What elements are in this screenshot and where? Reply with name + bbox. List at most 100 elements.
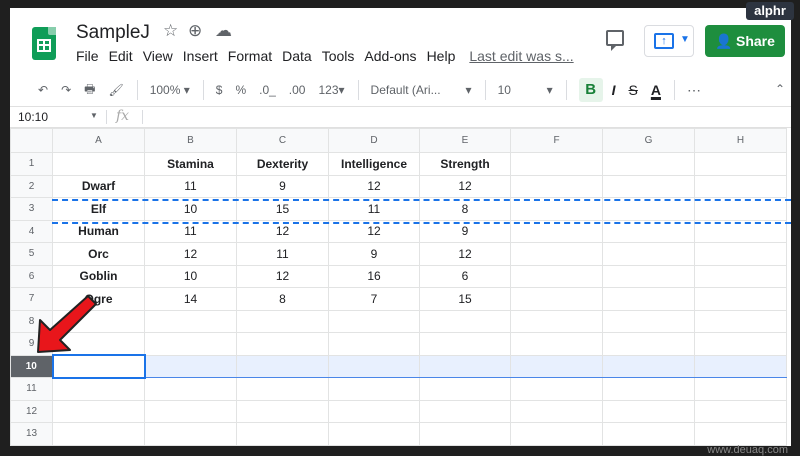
cell[interactable]: 14 <box>144 287 237 311</box>
cell[interactable] <box>328 332 420 356</box>
cell[interactable] <box>419 332 511 356</box>
cell[interactable] <box>328 309 420 333</box>
font-select[interactable]: Default (Ari... <box>371 83 453 97</box>
cell[interactable]: 12 <box>328 174 420 198</box>
cell[interactable] <box>694 332 787 356</box>
cell[interactable]: Intelligence <box>328 152 420 176</box>
cell[interactable] <box>510 242 603 266</box>
cell[interactable] <box>419 354 511 378</box>
cell[interactable]: Orc <box>52 242 145 266</box>
cell[interactable] <box>419 399 511 423</box>
cell[interactable] <box>328 399 420 423</box>
cell[interactable] <box>144 332 237 356</box>
cell[interactable] <box>52 152 145 176</box>
cell[interactable] <box>236 422 329 446</box>
cell[interactable]: 12 <box>144 242 237 266</box>
menu-add-ons[interactable]: Add-ons <box>364 48 416 64</box>
row-header[interactable]: 3 <box>10 197 53 221</box>
cell[interactable] <box>694 377 787 401</box>
cell[interactable] <box>52 399 145 423</box>
cell[interactable]: Stamina <box>144 152 237 176</box>
cell[interactable] <box>694 422 787 446</box>
share-button[interactable]: 👤 Share <box>705 25 785 57</box>
zoom-select[interactable]: 100% ▾ <box>150 83 190 97</box>
more-formats-select[interactable]: 123▾ <box>318 83 344 97</box>
cell[interactable]: Strength <box>419 152 511 176</box>
cell[interactable] <box>602 174 695 198</box>
chevron-down-icon[interactable]: ▾ <box>547 83 553 97</box>
cell[interactable] <box>144 354 237 378</box>
cell[interactable] <box>602 354 695 378</box>
cell[interactable]: 11 <box>236 242 329 266</box>
cell[interactable] <box>236 377 329 401</box>
cell[interactable] <box>602 242 695 266</box>
cell[interactable] <box>328 422 420 446</box>
cell[interactable] <box>694 242 787 266</box>
cell[interactable] <box>236 399 329 423</box>
cell[interactable] <box>144 309 237 333</box>
cell[interactable]: 12 <box>419 242 511 266</box>
cell[interactable] <box>694 287 787 311</box>
cell[interactable]: 12 <box>236 264 329 288</box>
cell[interactable] <box>602 152 695 176</box>
document-title[interactable]: SampleJ <box>76 22 150 44</box>
row-header[interactable]: 11 <box>10 377 53 401</box>
menu-file[interactable]: File <box>76 48 99 64</box>
redo-icon[interactable]: ↷ <box>61 83 71 97</box>
name-box[interactable]: 10:10 <box>18 110 98 124</box>
percent-format-button[interactable]: % <box>235 83 246 97</box>
chevron-down-icon[interactable]: ▾ <box>466 83 472 97</box>
cell[interactable] <box>510 174 603 198</box>
cell[interactable]: 10 <box>144 264 237 288</box>
menu-data[interactable]: Data <box>282 48 312 64</box>
active-cell[interactable] <box>51 354 146 379</box>
cell[interactable] <box>419 377 511 401</box>
cell[interactable] <box>236 354 329 378</box>
cell[interactable] <box>236 332 329 356</box>
cell[interactable] <box>510 399 603 423</box>
last-edit-link[interactable]: Last edit was s... <box>469 48 573 64</box>
paint-format-icon[interactable]: 🖌 <box>108 83 123 97</box>
cell[interactable]: 9 <box>236 174 329 198</box>
more-options-button[interactable]: ⋯ <box>687 82 701 99</box>
cell[interactable] <box>510 152 603 176</box>
cell[interactable] <box>602 332 695 356</box>
currency-format-button[interactable]: $ <box>216 83 223 97</box>
cell[interactable] <box>144 377 237 401</box>
menu-view[interactable]: View <box>143 48 173 64</box>
move-to-folder-icon[interactable]: ⊕ <box>188 21 202 41</box>
cell[interactable] <box>602 422 695 446</box>
cell[interactable] <box>602 287 695 311</box>
decrease-decimals-button[interactable]: .0_ <box>259 83 276 97</box>
column-header-g[interactable]: G <box>602 128 695 153</box>
cell[interactable] <box>52 422 145 446</box>
font-size-select[interactable]: 10 <box>498 83 534 97</box>
cell[interactable] <box>510 422 603 446</box>
sheets-logo-icon[interactable] <box>32 27 56 60</box>
select-all-corner[interactable] <box>10 128 53 153</box>
cell[interactable] <box>510 332 603 356</box>
cell[interactable]: Dwarf <box>52 174 145 198</box>
cell[interactable]: 9 <box>328 242 420 266</box>
column-header-b[interactable]: B <box>144 128 237 153</box>
cell[interactable] <box>694 399 787 423</box>
cell[interactable] <box>602 309 695 333</box>
cell[interactable]: 7 <box>328 287 420 311</box>
row-header-selected[interactable]: 10 <box>10 354 53 378</box>
column-header-d[interactable]: D <box>328 128 420 153</box>
cell[interactable] <box>510 309 603 333</box>
cell[interactable]: Dexterity <box>236 152 329 176</box>
collapse-menu-icon[interactable]: ⌃ <box>775 82 785 96</box>
cell[interactable] <box>602 399 695 423</box>
cell[interactable] <box>694 264 787 288</box>
cell[interactable]: Goblin <box>52 264 145 288</box>
cell[interactable] <box>510 264 603 288</box>
cloud-status-icon[interactable]: ☁ <box>215 21 232 41</box>
cell[interactable] <box>602 264 695 288</box>
menu-tools[interactable]: Tools <box>322 48 355 64</box>
cell[interactable] <box>236 309 329 333</box>
cell[interactable] <box>52 377 145 401</box>
cell[interactable] <box>602 377 695 401</box>
cell[interactable] <box>144 399 237 423</box>
italic-button[interactable]: I <box>612 82 616 98</box>
